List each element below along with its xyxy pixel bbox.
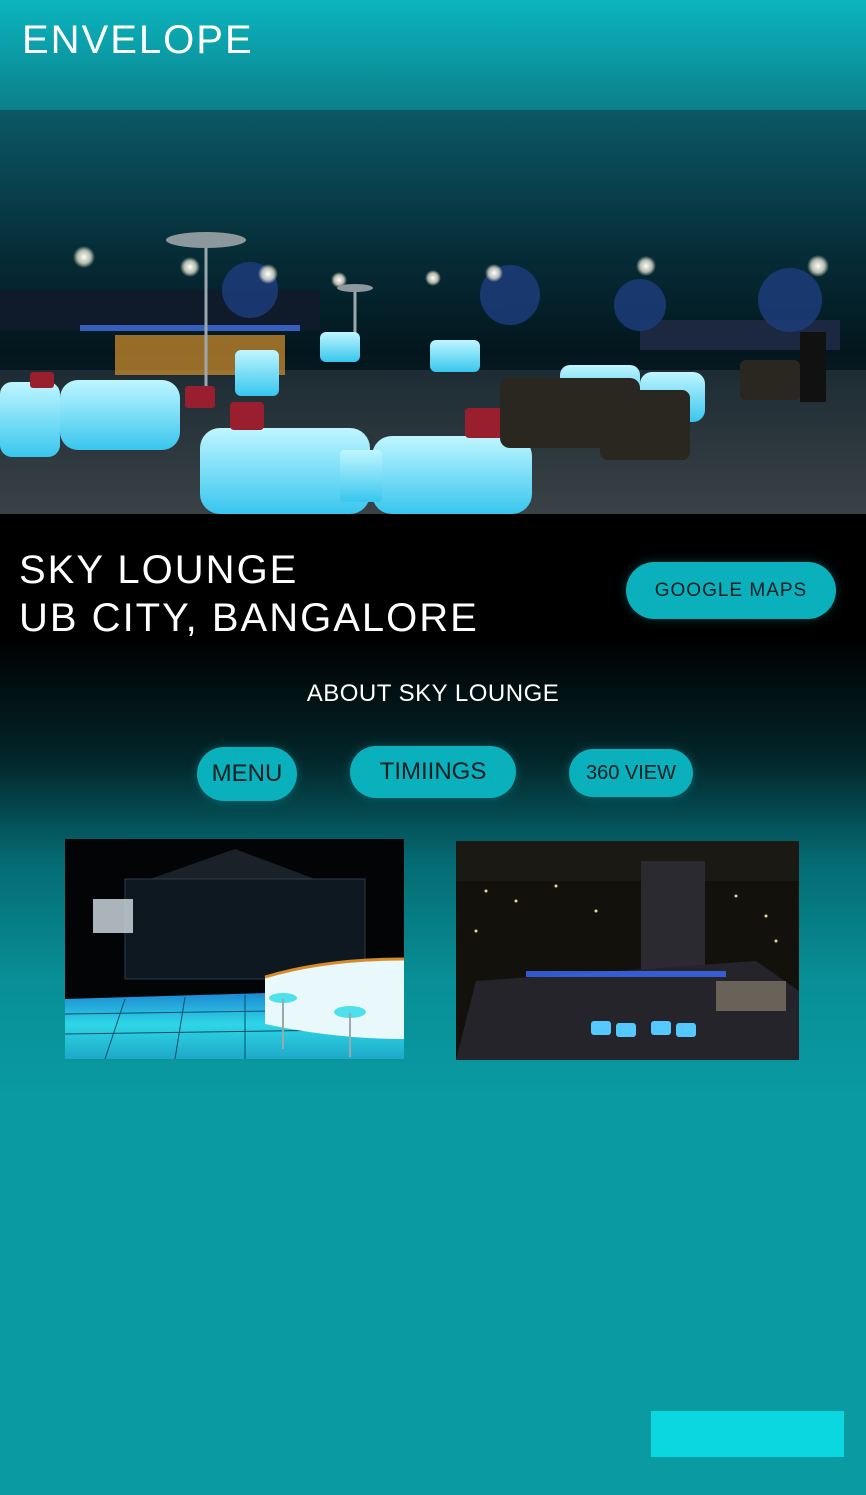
hero-image (0, 110, 866, 514)
tab-360-view[interactable]: 360 VIEW (569, 749, 693, 797)
bar-dance-floor-illustration (65, 839, 404, 1059)
google-maps-label: GOOGLE MAPS (654, 579, 808, 601)
gallery-photo-aerial[interactable] (456, 841, 799, 1060)
tab-timings-label: TIMIINGS (379, 758, 487, 785)
brand-logo-text[interactable]: ENVELOPE (22, 18, 254, 63)
top-header-bar: ENVELOPE (0, 0, 866, 110)
tab-menu-label: MENU (211, 760, 283, 787)
tab-360-view-label: 360 VIEW (585, 761, 677, 784)
gallery-photo-bar[interactable] (65, 839, 404, 1059)
tab-timings[interactable]: TIMIINGS (350, 746, 516, 798)
google-maps-button[interactable]: GOOGLE MAPS (626, 562, 836, 619)
about-section-title[interactable]: ABOUT SKY LOUNGE (0, 680, 866, 708)
venue-title: SKY LOUNGE UB CITY, BANGALORE (19, 546, 479, 642)
venue-name: SKY LOUNGE (19, 548, 299, 592)
tab-menu[interactable]: MENU (197, 747, 297, 801)
aerial-rooftop-illustration (456, 841, 799, 1060)
hero-lounge-illustration (0, 232, 866, 514)
venue-location: UB CITY, BANGALORE (19, 596, 479, 640)
bottom-action-box[interactable] (651, 1411, 844, 1457)
